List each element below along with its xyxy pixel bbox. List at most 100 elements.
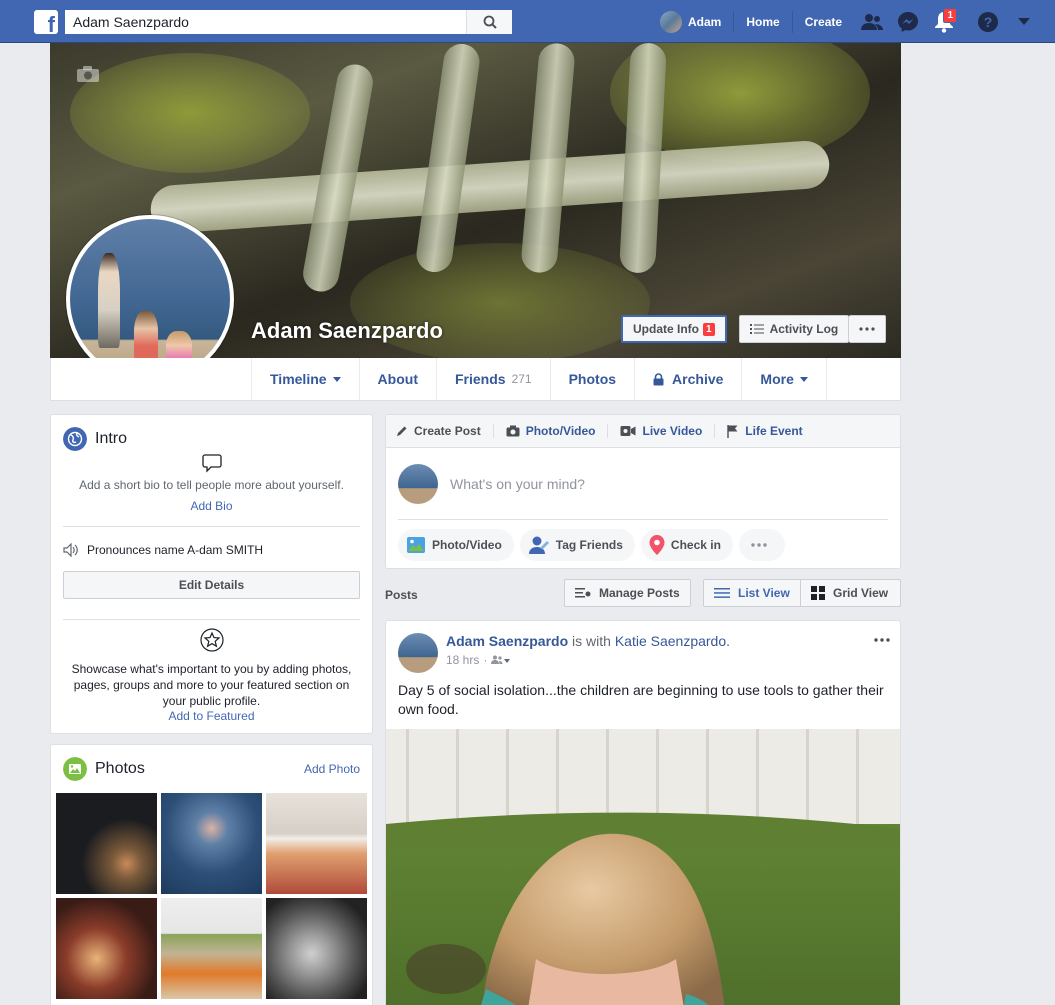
update-info-label: Update Info	[633, 322, 699, 336]
cover-more-button[interactable]	[849, 315, 887, 343]
photo-thumbnail[interactable]	[161, 793, 262, 894]
messenger-button[interactable]	[890, 0, 926, 43]
grid-view-label: Grid View	[833, 586, 889, 600]
post-timestamp[interactable]: 18 hrs	[446, 653, 479, 667]
camera-icon[interactable]	[76, 65, 100, 83]
search-button[interactable]	[466, 10, 512, 34]
tag-friends-pill-label: Tag Friends	[555, 538, 623, 552]
top-nav-bar: f Adam Home Create 1 ?	[0, 0, 1055, 43]
photo-thumbnail[interactable]	[56, 793, 157, 894]
nav-create-label: Create	[804, 14, 843, 29]
search-icon	[483, 15, 497, 29]
manage-posts-label: Manage Posts	[599, 586, 680, 600]
post-author-link[interactable]: Adam Saenzpardo	[446, 633, 568, 649]
messenger-icon	[898, 11, 919, 32]
profile-picture-figure	[98, 253, 120, 348]
tab-about[interactable]: About	[358, 358, 436, 400]
intro-title: Intro	[95, 430, 128, 447]
update-info-button[interactable]: Update Info 1	[621, 315, 727, 343]
photo-thumbnail[interactable]	[266, 793, 367, 894]
list-view-label: List View	[738, 586, 790, 600]
timeline-post: Adam Saenzpardo is with Katie Saenzpardo…	[385, 620, 901, 1005]
live-video-tab-label: Live Video	[642, 424, 703, 438]
settings-list-icon	[575, 588, 591, 598]
photo-thumbnail[interactable]	[161, 898, 262, 999]
avatar[interactable]	[398, 633, 438, 673]
tab-about-label: About	[377, 371, 418, 387]
post-photo[interactable]	[386, 729, 900, 1005]
tag-friends-icon	[528, 536, 549, 554]
check-in-pill[interactable]: Check in	[640, 529, 733, 561]
divider	[607, 424, 609, 438]
cover-carving	[414, 43, 482, 275]
photo-video-pill-label: Photo/Video	[432, 538, 502, 552]
composer-placeholder[interactable]: What's on your mind?	[450, 476, 585, 492]
help-button[interactable]: ?	[970, 0, 1006, 43]
audience-friends-icon[interactable]	[491, 655, 511, 665]
photo-thumbnail[interactable]	[266, 898, 367, 999]
nav-profile-link[interactable]: Adam	[656, 10, 735, 33]
edit-details-label: Edit Details	[178, 578, 245, 592]
photos-card: Photos Add Photo	[50, 744, 373, 1005]
tab-timeline[interactable]: Timeline	[251, 358, 359, 400]
divider	[63, 619, 360, 620]
avatar	[660, 10, 682, 33]
tab-friends-label: Friends	[454, 371, 506, 387]
tab-photos[interactable]: Photos	[549, 358, 634, 400]
ellipsis-icon	[751, 543, 767, 547]
post-text: Day 5 of social isolation...the children…	[398, 682, 884, 717]
check-in-pill-label: Check in	[670, 538, 721, 552]
speaker-icon	[63, 543, 78, 557]
divider	[714, 424, 716, 438]
life-event-tab[interactable]: Life Event	[727, 424, 803, 438]
account-menu-button[interactable]	[1006, 0, 1042, 43]
top-nav-right: Adam Home Create 1 ?	[656, 0, 1042, 43]
live-video-tab[interactable]: Live Video	[620, 424, 702, 438]
featured-prompt: Showcase what's important to you by addi…	[71, 662, 352, 708]
post-photo-image	[386, 729, 900, 1005]
composer-input-row[interactable]: What's on your mind?	[398, 448, 888, 520]
flag-icon	[727, 425, 738, 438]
tab-photos-label: Photos	[568, 371, 617, 387]
composer-more-pill[interactable]	[738, 529, 785, 561]
pencil-icon	[397, 426, 407, 436]
intro-card: Intro Add a short bio to tell people mor…	[50, 414, 373, 734]
photo-video-tab-label: Photo/Video	[525, 424, 596, 438]
video-camera-icon	[620, 426, 636, 436]
facebook-logo-icon[interactable]: f	[34, 10, 58, 34]
edit-details-button[interactable]: Edit Details	[63, 571, 360, 599]
speech-bubble-icon	[201, 454, 222, 473]
star-icon	[199, 628, 224, 652]
search-input[interactable]	[65, 10, 466, 34]
nav-home-link[interactable]: Home	[734, 10, 793, 33]
add-bio-link[interactable]: Add Bio	[190, 499, 232, 513]
photo-video-pill[interactable]: Photo/Video	[398, 529, 514, 561]
photo-video-tab[interactable]: Photo/Video	[506, 424, 596, 438]
post-tagged-link[interactable]: Katie Saenzpardo.	[615, 633, 730, 649]
notifications-button[interactable]: 1	[926, 0, 962, 43]
tab-friends[interactable]: Friends 271	[435, 358, 550, 400]
tag-friends-pill[interactable]: Tag Friends	[519, 529, 635, 561]
add-to-featured-link[interactable]: Add to Featured	[168, 709, 254, 723]
search-box	[65, 10, 512, 34]
nav-create-link[interactable]: Create	[793, 11, 854, 33]
friends-icon	[861, 13, 884, 30]
location-pin-icon	[649, 535, 665, 555]
list-icon	[714, 588, 730, 598]
list-view-button[interactable]: List View	[703, 579, 801, 607]
friend-requests-button[interactable]	[854, 0, 890, 43]
activity-log-button[interactable]: Activity Log	[738, 315, 850, 343]
notifications-badge: 1	[943, 8, 958, 23]
add-photo-link[interactable]: Add Photo	[304, 762, 360, 776]
photo-thumbnail[interactable]	[56, 898, 157, 999]
activity-log-group: Activity Log	[738, 315, 887, 343]
post-options-button[interactable]	[874, 631, 890, 645]
manage-posts-button[interactable]: Manage Posts	[564, 579, 691, 607]
tab-more[interactable]: More	[741, 358, 827, 400]
posts-heading: Posts	[385, 588, 418, 602]
avatar	[398, 463, 438, 504]
create-post-tab[interactable]: Create Post	[396, 424, 481, 438]
tab-archive[interactable]: Archive	[634, 358, 741, 400]
tab-archive-label: Archive	[672, 371, 724, 387]
grid-view-button[interactable]: Grid View	[800, 579, 901, 607]
